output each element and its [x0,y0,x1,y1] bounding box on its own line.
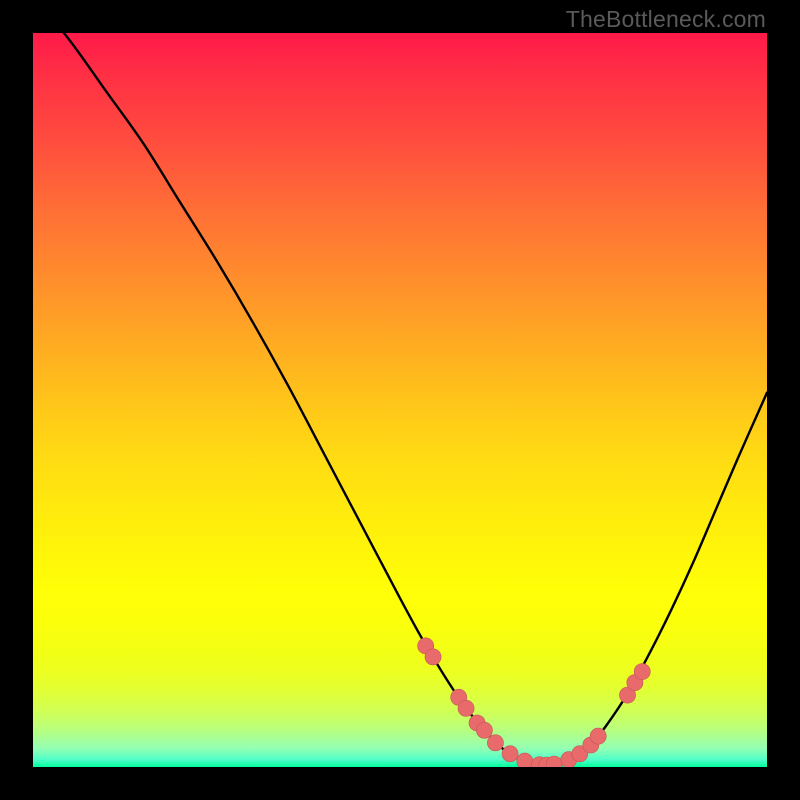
data-marker [502,746,518,762]
chart-frame: TheBottleneck.com [0,0,800,800]
data-marker [517,753,533,767]
marker-layer [418,638,651,767]
curve-layer [33,33,767,766]
bottleneck-curve [33,33,767,766]
data-marker [458,700,474,716]
data-marker [476,722,492,738]
watermark-text: TheBottleneck.com [566,6,766,33]
data-marker [487,735,503,751]
chart-svg [33,33,767,767]
data-marker [425,649,441,665]
data-marker [634,664,650,680]
data-marker [590,728,606,744]
plot-area [33,33,767,767]
